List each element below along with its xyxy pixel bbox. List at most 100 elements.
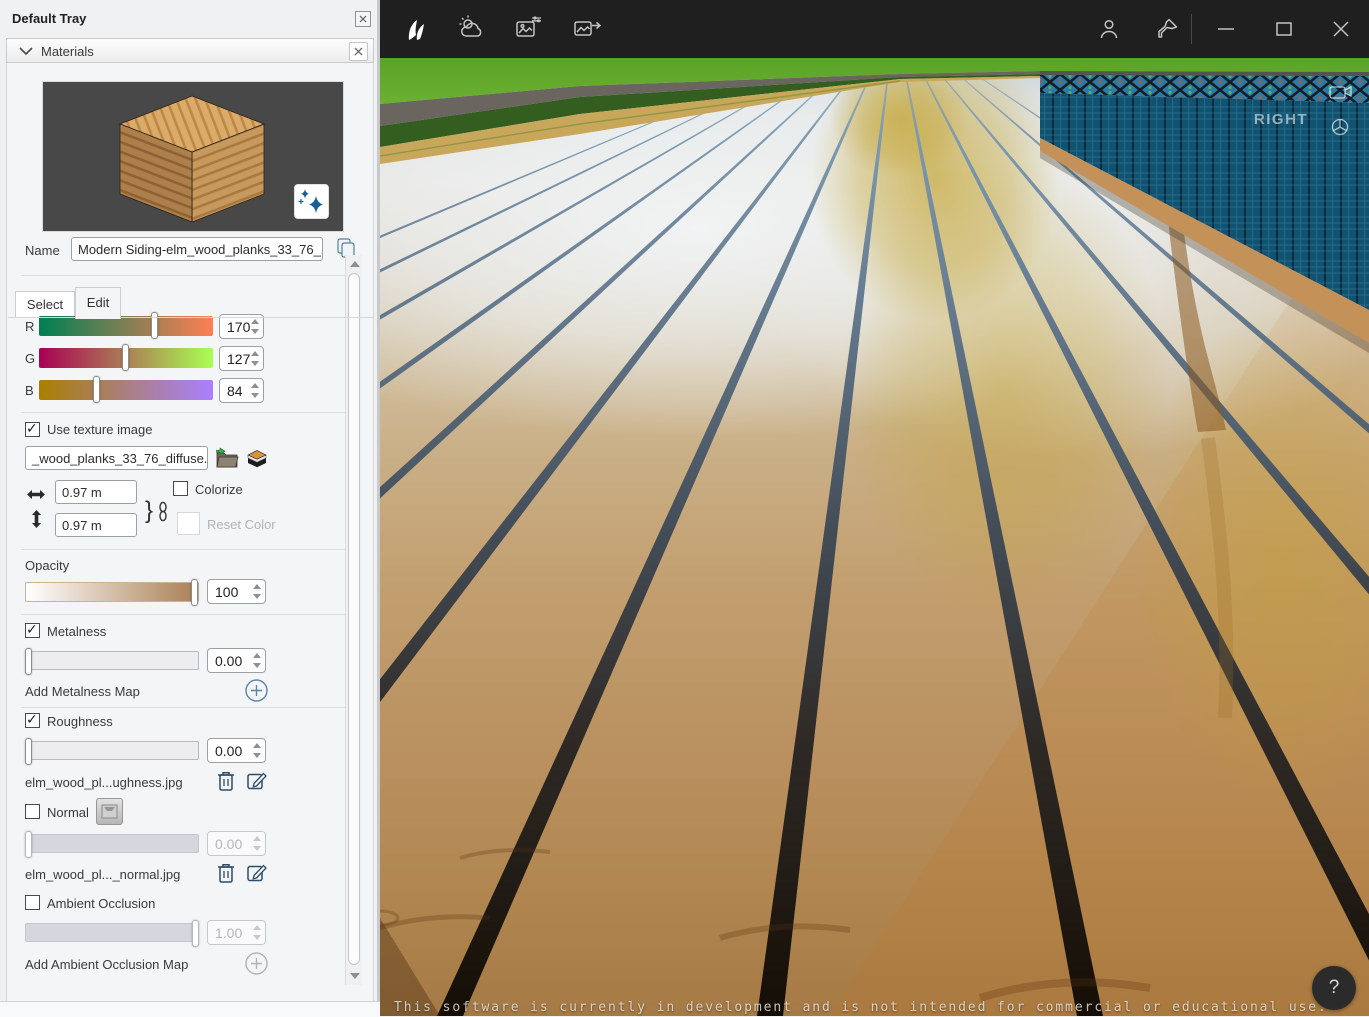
scroll-up-icon[interactable]	[350, 261, 360, 267]
open-folder-icon[interactable]	[215, 447, 239, 468]
ambient-occlusion-slider-handle	[192, 920, 199, 947]
chain-link-icon[interactable]	[157, 501, 169, 523]
opacity-spinner[interactable]	[250, 582, 263, 601]
normal-spinner	[250, 834, 263, 853]
add-metalness-map-button[interactable]	[244, 678, 269, 703]
roughness-slider[interactable]	[25, 741, 199, 760]
edit-normal-map-icon[interactable]	[246, 862, 269, 885]
opacity-value-input[interactable]: 100	[207, 579, 266, 604]
materials-panel-body: Name Modern Siding-elm_wood_planks_33_76…	[6, 63, 374, 1001]
g-value-input[interactable]: 127	[219, 346, 264, 371]
b-label: B	[25, 383, 34, 398]
maximize-icon	[1272, 17, 1296, 41]
b-value-input[interactable]: 84	[219, 378, 264, 403]
pin-tray-button[interactable]	[1145, 7, 1189, 51]
delete-roughness-map-icon[interactable]	[215, 769, 237, 793]
metalness-value-input[interactable]: 0.00	[207, 648, 266, 673]
roughness-checkbox[interactable]	[25, 713, 40, 728]
metalness-slider[interactable]	[25, 651, 199, 670]
edit-roughness-map-icon[interactable]	[246, 770, 269, 793]
close-icon	[356, 12, 370, 26]
normal-slider	[25, 834, 199, 853]
ambient-occlusion-checkbox[interactable]	[25, 895, 40, 910]
tab-edit[interactable]: Edit	[75, 287, 121, 319]
generate-preview-button[interactable]	[294, 184, 329, 219]
b-slider-handle[interactable]	[93, 376, 100, 403]
divider	[21, 549, 353, 550]
materials-close-button[interactable]	[349, 42, 368, 61]
viewport[interactable]: RIGHT	[380, 0, 1369, 1016]
materials-section-header[interactable]: Materials	[6, 38, 374, 63]
divider	[21, 412, 353, 413]
b-slider[interactable]	[39, 380, 213, 400]
maximize-button[interactable]	[1262, 7, 1306, 51]
chevron-down-icon	[19, 47, 33, 56]
use-texture-checkbox[interactable]	[25, 422, 40, 437]
normal-value-input: 0.00	[207, 831, 266, 856]
sparkles-icon	[295, 185, 326, 216]
reset-color-swatch[interactable]	[177, 512, 200, 535]
sun-cloud-icon	[458, 15, 486, 43]
ambient-occlusion-slider	[25, 923, 199, 942]
tray-bottom-strip	[0, 1001, 380, 1017]
add-metalness-map-label: Add Metalness Map	[25, 684, 140, 699]
ambient-occlusion-value-input: 1.00	[207, 920, 266, 945]
g-spinner[interactable]	[248, 349, 261, 368]
help-label: ?	[1329, 977, 1340, 999]
style-tool-button[interactable]	[394, 7, 438, 51]
tray-close-button[interactable]	[355, 11, 371, 27]
tray-title: Default Tray	[12, 11, 86, 26]
help-button[interactable]: ?	[1312, 966, 1356, 1010]
metalness-label: Metalness	[47, 624, 106, 639]
metalness-checkbox[interactable]	[25, 623, 40, 638]
tray-scrollbar[interactable]	[345, 255, 362, 985]
toolbar-separator	[1191, 14, 1192, 44]
delete-normal-map-icon[interactable]	[215, 861, 237, 885]
texture-height-icon	[31, 510, 42, 529]
normal-map-preview-button[interactable]	[96, 798, 123, 825]
tray-title-bar: Default Tray	[0, 0, 377, 38]
r-spinner[interactable]	[248, 317, 261, 336]
scene-3d-view[interactable]: RIGHT	[380, 58, 1369, 1016]
face-watermark: RIGHT	[1254, 111, 1308, 128]
user-icon	[1096, 16, 1122, 42]
add-ambient-occlusion-map-button[interactable]	[244, 951, 269, 976]
close-window-button[interactable]	[1319, 7, 1363, 51]
g-label: G	[25, 351, 35, 366]
b-spinner[interactable]	[248, 381, 261, 400]
leaf-icon	[403, 16, 429, 42]
roughness-value-input[interactable]: 0.00	[207, 738, 266, 763]
texture-width-input[interactable]: 0.97 m	[55, 480, 137, 504]
reset-color-button[interactable]: Reset Color	[207, 517, 276, 532]
g-slider[interactable]	[39, 348, 213, 368]
image-settings-button[interactable]	[507, 7, 551, 51]
roughness-spinner[interactable]	[250, 741, 263, 760]
scrollbar-thumb[interactable]	[348, 273, 360, 965]
tab-select[interactable]: Select	[15, 291, 75, 318]
texture-width-icon	[27, 489, 45, 500]
texture-filename-input[interactable]: _wood_planks_33_76_diffuse.jpg	[25, 446, 208, 470]
material-preview	[42, 81, 344, 232]
opacity-slider[interactable]	[25, 582, 199, 602]
minimize-button[interactable]	[1204, 7, 1248, 51]
close-icon	[350, 43, 367, 60]
use-texture-label: Use texture image	[47, 422, 153, 437]
environment-tool-button[interactable]	[450, 7, 494, 51]
texture-height-input[interactable]: 0.97 m	[55, 513, 137, 537]
ambient-occlusion-spinner	[250, 923, 263, 942]
metalness-slider-handle[interactable]	[25, 648, 32, 675]
name-label: Name	[25, 243, 60, 258]
g-slider-handle[interactable]	[122, 344, 129, 371]
export-image-button[interactable]	[565, 7, 609, 51]
roughness-slider-handle[interactable]	[25, 738, 32, 765]
opacity-slider-handle[interactable]	[191, 579, 198, 606]
r-slider[interactable]	[39, 316, 213, 336]
minimize-icon	[1214, 17, 1238, 41]
normal-checkbox[interactable]	[25, 804, 40, 819]
account-button[interactable]	[1087, 7, 1131, 51]
colorize-checkbox[interactable]	[173, 481, 188, 496]
material-name-input[interactable]: Modern Siding-elm_wood_planks_33_76_1K	[71, 237, 323, 261]
texture-library-icon[interactable]	[246, 445, 270, 469]
scroll-down-icon[interactable]	[350, 973, 360, 979]
metalness-spinner[interactable]	[250, 651, 263, 670]
